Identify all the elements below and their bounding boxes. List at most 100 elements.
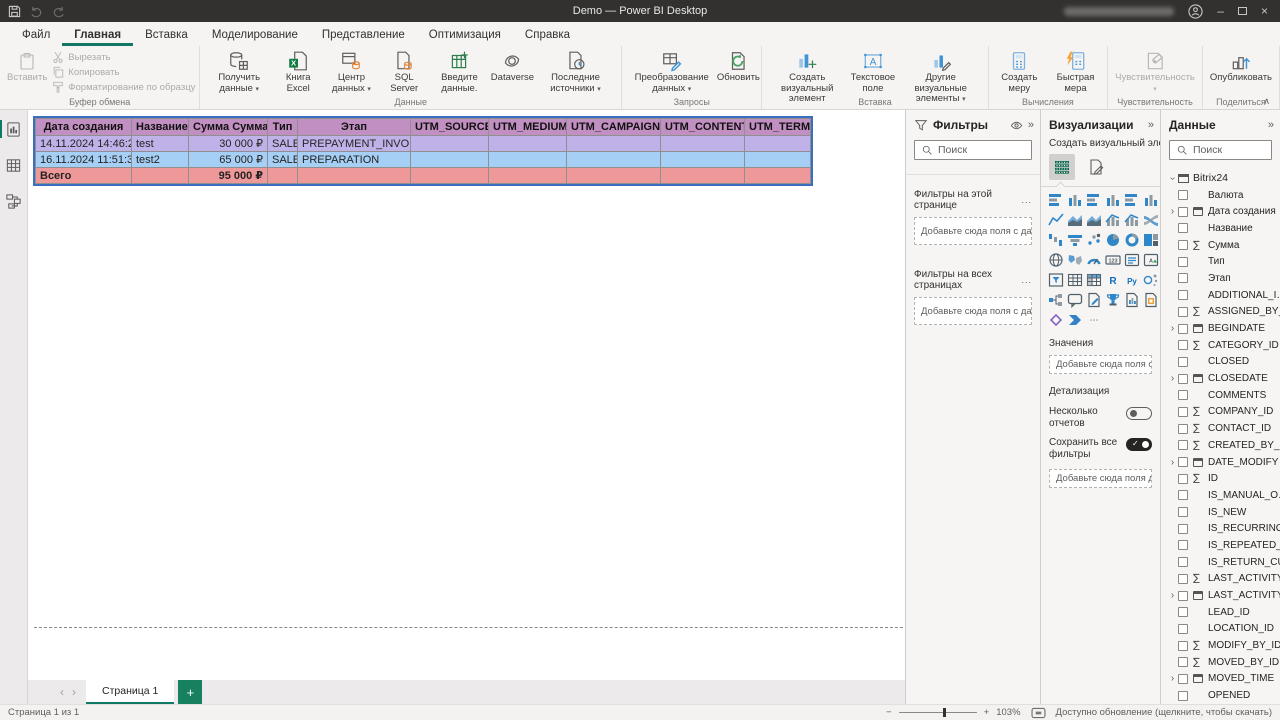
slicer-icon[interactable] <box>1047 271 1064 288</box>
build-visual-tab[interactable] <box>1049 154 1075 180</box>
zoom-slider[interactable] <box>899 712 977 713</box>
eye-icon[interactable] <box>1010 120 1023 131</box>
add-page-button[interactable]: + <box>178 680 202 704</box>
field-tree-item[interactable]: LOCATION_ID <box>1167 621 1280 638</box>
field-checkbox[interactable] <box>1178 340 1188 350</box>
expand-icon[interactable]: › <box>1167 323 1178 334</box>
ribbon-chart-icon[interactable] <box>1142 211 1159 228</box>
field-checkbox[interactable] <box>1178 407 1188 417</box>
treemap-icon[interactable] <box>1142 231 1159 248</box>
field-checkbox[interactable] <box>1178 357 1188 367</box>
dataverse-button[interactable]: Dataverse <box>493 48 532 96</box>
redo-icon[interactable] <box>52 5 65 18</box>
table-icon[interactable] <box>1066 271 1083 288</box>
filters-all-pages-dropzone[interactable]: Добавьте сюда поля с дан… <box>914 297 1032 325</box>
field-tree-item[interactable]: IS_RETURN_CU… <box>1167 554 1280 571</box>
account-avatar-icon[interactable] <box>1188 4 1203 19</box>
power-automate-icon[interactable] <box>1066 311 1083 328</box>
cut-button[interactable]: Вырезать <box>52 51 195 63</box>
field-tree-item[interactable]: ›LAST_ACTIVITY… <box>1167 587 1280 604</box>
menu-tab-2[interactable]: Вставка <box>133 25 200 46</box>
stacked-bar-chart-icon[interactable] <box>1047 191 1064 208</box>
collapse-icon[interactable]: › <box>1167 173 1178 184</box>
field-checkbox[interactable] <box>1178 490 1188 500</box>
field-checkbox[interactable] <box>1178 591 1188 601</box>
report-canvas[interactable]: Дата созданияНазваниеСумма СуммаТипЭтапU… <box>28 110 905 680</box>
copy-button[interactable]: Копировать <box>52 66 195 78</box>
menu-tab-3[interactable]: Моделирование <box>200 25 310 46</box>
field-tree-item[interactable]: ›DATE_MODIFY <box>1167 454 1280 471</box>
page-tab[interactable]: Страница 1 <box>86 680 174 704</box>
table-view-button[interactable] <box>2 154 26 176</box>
100-stacked-bar-chart-icon[interactable] <box>1123 191 1140 208</box>
line-stacked-column-chart-icon[interactable] <box>1104 211 1121 228</box>
model-view-button[interactable] <box>2 190 26 212</box>
q-and-a-icon[interactable] <box>1066 291 1083 308</box>
collapse-data-icon[interactable]: » <box>1268 119 1272 131</box>
field-tree-item[interactable]: IS_NEW <box>1167 504 1280 521</box>
text-box-button[interactable]: A Текстовое поле <box>850 48 896 96</box>
field-checkbox[interactable] <box>1178 324 1188 334</box>
100-stacked-column-chart-icon[interactable] <box>1142 191 1159 208</box>
maximize-button[interactable] <box>1238 7 1247 15</box>
update-available-link[interactable]: Доступно обновление (щелкните, чтобы ска… <box>1056 707 1272 718</box>
values-dropzone[interactable]: Добавьте сюда поля с дан… <box>1049 355 1152 374</box>
field-checkbox[interactable] <box>1178 474 1188 484</box>
field-tree-item[interactable]: LEAD_ID <box>1167 604 1280 621</box>
undo-icon[interactable] <box>30 5 43 18</box>
field-tree-item[interactable]: ∑MOVED_BY_ID <box>1167 654 1280 671</box>
filters-this-page-dropzone[interactable]: Добавьте сюда поля с дан… <box>914 217 1032 245</box>
expand-icon[interactable]: › <box>1167 673 1178 684</box>
stacked-area-chart-icon[interactable] <box>1085 211 1102 228</box>
paginated-report-icon[interactable] <box>1123 291 1140 308</box>
field-tree-item[interactable]: ›MOVED_TIME <box>1167 671 1280 688</box>
stacked-column-chart-icon[interactable] <box>1066 191 1083 208</box>
line-chart-icon[interactable] <box>1047 211 1064 228</box>
field-tree-item[interactable]: ∑CREATED_BY_ID <box>1167 437 1280 454</box>
expand-icon[interactable]: › <box>1167 206 1178 217</box>
field-checkbox[interactable] <box>1178 390 1188 400</box>
field-checkbox[interactable] <box>1178 524 1188 534</box>
field-tree-item[interactable]: Название <box>1167 220 1280 237</box>
more-visuals-icon[interactable]: ⋯ <box>1085 311 1102 328</box>
card-icon[interactable]: 123 <box>1104 251 1121 268</box>
get-data-button[interactable]: Получить данные ▾ <box>204 48 274 96</box>
field-checkbox[interactable] <box>1178 657 1188 667</box>
donut-chart-icon[interactable] <box>1123 231 1140 248</box>
excel-workbook-button[interactable]: X Книга Excel <box>276 48 320 96</box>
field-checkbox[interactable] <box>1178 374 1188 384</box>
power-apps-icon[interactable] <box>1047 311 1064 328</box>
menu-tab-4[interactable]: Представление <box>310 25 417 46</box>
clustered-bar-chart-icon[interactable] <box>1085 191 1102 208</box>
save-icon[interactable] <box>8 5 21 18</box>
clustered-column-chart-icon[interactable] <box>1104 191 1121 208</box>
field-checkbox[interactable] <box>1178 440 1188 450</box>
cross-report-toggle[interactable] <box>1126 407 1152 420</box>
pie-chart-icon[interactable] <box>1104 231 1121 248</box>
funnel-chart-icon[interactable] <box>1066 231 1083 248</box>
expand-icon[interactable]: › <box>1167 457 1178 468</box>
field-tree-item[interactable]: COMMENTS <box>1167 387 1280 404</box>
field-checkbox[interactable] <box>1178 574 1188 584</box>
r-script-visual-icon[interactable]: R <box>1104 271 1121 288</box>
refresh-button[interactable]: Обновить <box>719 48 757 96</box>
matrix-icon[interactable] <box>1085 271 1102 288</box>
table-visual[interactable]: Дата созданияНазваниеСумма СуммаТипЭтапU… <box>33 116 813 186</box>
field-tree-item[interactable]: ∑Сумма <box>1167 237 1280 254</box>
field-tree-item[interactable]: Этап <box>1167 270 1280 287</box>
field-tree-item[interactable]: CLOSED <box>1167 354 1280 371</box>
field-tree-item[interactable]: ∑LAST_ACTIVITY… <box>1167 571 1280 588</box>
report-view-button[interactable] <box>2 118 26 140</box>
field-checkbox[interactable] <box>1178 557 1188 567</box>
field-tree-item[interactable]: ∑ASSIGNED_BY_ID <box>1167 304 1280 321</box>
quick-measure-button[interactable]: Быстрая мера <box>1048 48 1103 96</box>
paste-button[interactable]: Вставить <box>4 48 50 96</box>
drillthrough-dropzone[interactable]: Добавьте сюда поля дета… <box>1049 469 1152 488</box>
field-tree-item[interactable]: IS_MANUAL_O… <box>1167 487 1280 504</box>
menu-tab-0[interactable]: Файл <box>10 25 62 46</box>
field-checkbox[interactable] <box>1178 457 1188 467</box>
field-tree-item[interactable]: ›Дата создания <box>1167 203 1280 220</box>
multi-row-card-icon[interactable] <box>1123 251 1140 268</box>
field-checkbox[interactable] <box>1178 674 1188 684</box>
format-painter-button[interactable]: Форматирование по образцу <box>52 81 195 93</box>
